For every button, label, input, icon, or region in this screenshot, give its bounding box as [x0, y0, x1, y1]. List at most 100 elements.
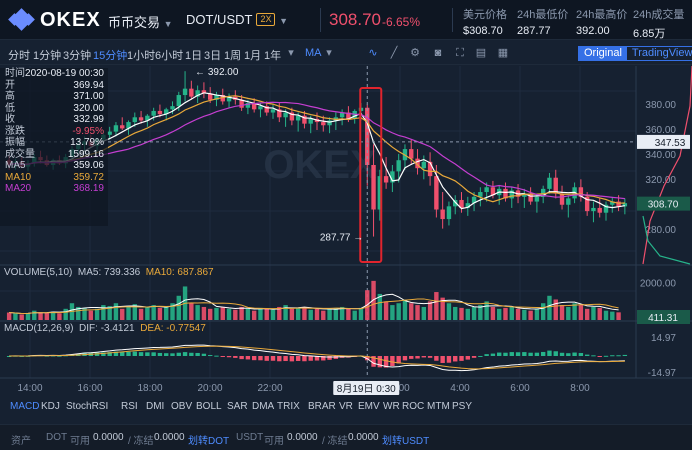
- volume-bar: [32, 310, 37, 320]
- ma-selector[interactable]: MA: [305, 47, 322, 59]
- volume-bar: [402, 299, 408, 320]
- layout-icon[interactable]: ▦: [496, 46, 510, 60]
- market-menu[interactable]: 币币交易 ▼: [108, 12, 173, 31]
- macd-histogram-bar: [484, 354, 489, 356]
- interval-tab[interactable]: 1分钟: [33, 47, 61, 63]
- candle-body: [189, 88, 194, 97]
- candle-body: [484, 187, 489, 193]
- indicator-tab-sar[interactable]: SAR: [227, 401, 248, 412]
- macd-histogram-bar: [132, 351, 137, 356]
- settings-icon[interactable]: ⚙: [408, 46, 422, 60]
- dot-label: DOT: [46, 432, 68, 443]
- indicator-tab-vr[interactable]: VR: [339, 401, 353, 412]
- indicator-tab-rsi[interactable]: RSI: [121, 401, 138, 412]
- macd-histogram-bar: [566, 353, 571, 356]
- crosshair-time-label: 8月19日 0:30: [337, 383, 396, 395]
- interval-tab[interactable]: 分时: [8, 47, 30, 63]
- indicator-tab-boll[interactable]: BOLL: [196, 401, 222, 412]
- candle-body: [258, 106, 263, 110]
- indicator-tab-kdj[interactable]: KDJ: [41, 401, 60, 412]
- stat-24h-high: 24h最高价 392.00: [576, 6, 627, 37]
- volume-ma5: MA5: 739.336: [77, 267, 141, 278]
- interval-tab[interactable]: 3分钟: [63, 47, 91, 63]
- info-row-close: 收 332.99: [0, 114, 108, 126]
- volume-ma10-line: [9, 298, 619, 314]
- info-value: 359.06: [73, 160, 104, 171]
- interval-tab[interactable]: 3日: [204, 47, 221, 63]
- volume-tick-label: 2000.00: [640, 279, 677, 290]
- low-marker: 287.77 →: [320, 233, 363, 244]
- indicator-tab-trix[interactable]: TRIX: [277, 401, 300, 412]
- volume-bar: [19, 314, 24, 320]
- fullscreen-icon[interactable]: ⛶: [453, 46, 467, 60]
- indicator-line-icon[interactable]: ∿: [366, 46, 380, 60]
- volume-bar: [88, 310, 94, 320]
- view-original-button[interactable]: Original: [579, 47, 627, 60]
- interval-tab-active[interactable]: 15分钟: [93, 47, 127, 63]
- info-row-low: 低 320.00: [0, 103, 108, 115]
- macd-histogram-bar: [534, 352, 540, 356]
- volume-bar: [390, 305, 395, 320]
- indicator-tab-emv[interactable]: EMV: [358, 401, 380, 412]
- indicator-tab-psy[interactable]: PSY: [452, 401, 472, 412]
- macd-histogram-bar: [402, 356, 408, 361]
- macd-legend: MACD(12,26,9) DIF: -3.4121 DEA: -0.77547: [4, 323, 206, 334]
- volume-bar: [490, 306, 496, 320]
- indicator-tab-brar[interactable]: BRAR: [308, 401, 336, 412]
- chevron-down-icon[interactable]: ▾: [322, 46, 336, 60]
- macd-histogram-bar: [201, 353, 207, 356]
- info-value: 359.72: [73, 171, 104, 183]
- macd-histogram-bar: [584, 354, 590, 356]
- volume-bar: [459, 307, 464, 320]
- macd-histogram-bar: [528, 352, 533, 356]
- pair-selector[interactable]: DOT/USDT 2X ▼: [186, 12, 288, 27]
- indicator-tab-roc[interactable]: ROC: [402, 401, 424, 412]
- transfer-usdt-link[interactable]: 划转USDT: [382, 432, 429, 447]
- interval-tab[interactable]: 1日: [185, 47, 202, 63]
- macd-histogram-bar: [189, 352, 194, 356]
- volume-ma10: MA10: 687.867: [145, 267, 214, 278]
- okex-logo[interactable]: OKEX: [8, 8, 101, 31]
- indicator-tab-dmi[interactable]: DMI: [146, 401, 164, 412]
- usdt-frozen-value: 0.0000: [348, 432, 379, 443]
- macd-histogram-bar: [427, 356, 433, 358]
- candle-body: [170, 106, 175, 110]
- volume-bar: [258, 307, 263, 320]
- macd-histogram-bar: [434, 356, 439, 361]
- transfer-dot-link[interactable]: 划转DOT: [188, 432, 229, 447]
- volume-bar: [453, 306, 458, 320]
- stat-value: 287.77: [517, 25, 551, 37]
- interval-tab[interactable]: 1年: [264, 47, 281, 63]
- chevron-down-icon[interactable]: ▾: [284, 46, 298, 60]
- view-tradingview-button[interactable]: TradingView: [627, 47, 692, 60]
- indicator-tab-macd[interactable]: MACD: [10, 401, 39, 412]
- interval-tab[interactable]: 1小时: [127, 47, 155, 63]
- interval-tab[interactable]: 1月: [244, 47, 261, 63]
- crosshair-price-label: 347.53: [655, 138, 686, 149]
- indicator-tab-dma[interactable]: DMA: [252, 401, 274, 412]
- change-percent: -6.65%: [382, 15, 421, 29]
- candle-body: [597, 207, 602, 213]
- macd-histogram-bar: [490, 353, 496, 356]
- volume-bar: [497, 308, 502, 320]
- macd-histogram-bar: [195, 352, 200, 356]
- macd-histogram-bar: [616, 355, 621, 357]
- interval-tab[interactable]: 1周: [224, 47, 241, 63]
- macd-histogram-bar: [145, 352, 150, 356]
- camera-icon[interactable]: ◙: [431, 46, 445, 60]
- interval-tab[interactable]: 6小时: [155, 47, 183, 63]
- indicator-tab-mtm[interactable]: MTM: [427, 401, 450, 412]
- indicator-tab-wr[interactable]: WR: [383, 401, 400, 412]
- ohlc-info-panel: 时间 2020-08-19 00:30 开 369.94 高 371.00 低 320.…: [0, 68, 108, 226]
- indicator-tab-stochrsi[interactable]: StochRSI: [66, 401, 108, 412]
- chevron-down-icon: ▼: [279, 16, 289, 26]
- indicator-tab-obv[interactable]: OBV: [171, 401, 192, 412]
- stat-24h-volume: 24h成交量 6.85万: [633, 6, 684, 41]
- save-icon[interactable]: ▤: [474, 46, 488, 60]
- candle-body: [120, 125, 125, 129]
- macd-histogram-bar: [164, 353, 169, 356]
- draw-line-icon[interactable]: ╱: [387, 46, 401, 60]
- volume-ma5-line: [9, 293, 619, 314]
- time-tick-label: 8:00: [570, 383, 590, 394]
- chart-view-toggle[interactable]: Original TradingView: [578, 46, 692, 61]
